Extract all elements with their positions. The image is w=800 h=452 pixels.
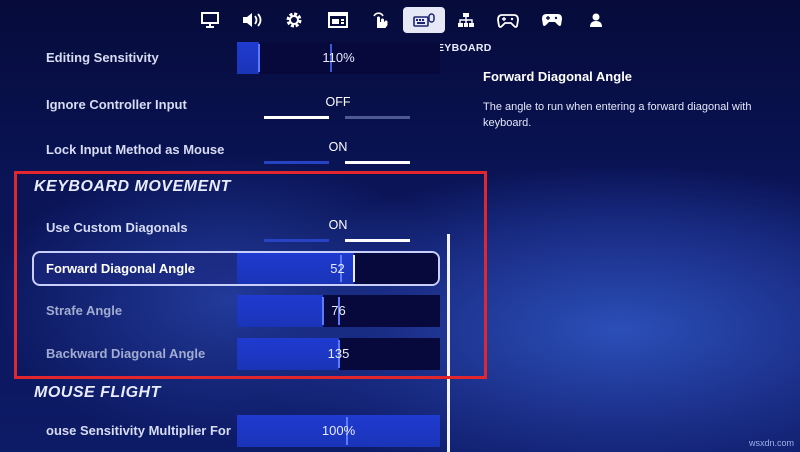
speaker-icon (243, 13, 262, 27)
gear-icon (286, 12, 302, 28)
gamepad-icon (542, 14, 562, 26)
toggle-left-indicator (264, 116, 329, 119)
slider-value: 110% (322, 50, 355, 65)
display-window-icon (328, 12, 348, 28)
setting-ignore-controller-input[interactable]: Ignore Controller Input OFF (30, 89, 440, 123)
tab-game[interactable] (273, 7, 315, 33)
monitor-icon (201, 12, 219, 28)
toggle-right-indicator (345, 161, 410, 164)
setting-mouse-sensitivity-multiplier[interactable]: ouse Sensitivity Multiplier For 100% (30, 415, 440, 449)
settings-tab-bar (0, 0, 800, 40)
tab-display[interactable] (189, 7, 231, 33)
touch-hand-icon (373, 12, 388, 28)
setting-lock-input-method[interactable]: Lock Input Method as Mouse ON (30, 134, 440, 168)
keyboard-mouse-icon (413, 13, 435, 27)
setting-label: Editing Sensitivity (46, 50, 159, 65)
tab-account[interactable] (575, 7, 617, 33)
lock-input-method-toggle[interactable]: ON (264, 134, 412, 166)
tab-network[interactable] (445, 7, 487, 33)
tab-touch-input[interactable] (359, 7, 401, 33)
account-icon (590, 13, 602, 27)
tab-keyboard-mouse[interactable] (403, 7, 445, 33)
controller-settings-icon (497, 14, 519, 28)
network-icon (458, 13, 474, 27)
setting-label: Lock Input Method as Mouse (46, 142, 225, 157)
tab-accessibility[interactable] (317, 7, 359, 33)
watermark: wsxdn.com (748, 438, 794, 448)
setting-label: Ignore Controller Input (46, 97, 187, 112)
setting-editing-sensitivity[interactable]: Editing Sensitivity 110% (30, 42, 440, 76)
description-title: Forward Diagonal Angle (483, 69, 633, 84)
description-text: The angle to run when entering a forward… (483, 101, 752, 129)
editing-sensitivity-slider[interactable]: 110% (237, 42, 440, 74)
setting-label: ouse Sensitivity Multiplier For (46, 423, 231, 438)
tab-audio[interactable] (231, 7, 273, 33)
ignore-controller-input-toggle[interactable]: OFF (264, 89, 412, 121)
mouse-sensitivity-multiplier-slider[interactable]: 100% (237, 415, 440, 447)
tab-controller[interactable] (487, 7, 529, 33)
toggle-left-indicator (264, 161, 329, 164)
toggle-value: ON (328, 140, 348, 154)
section-title-mouse-flight: MOUSE FLIGHT (34, 384, 161, 401)
tab-gamepad[interactable] (531, 7, 573, 33)
highlight-annotation-box (14, 171, 487, 379)
toggle-right-indicator (345, 116, 410, 119)
toggle-value: OFF (325, 95, 351, 109)
slider-value: 100% (321, 423, 356, 438)
